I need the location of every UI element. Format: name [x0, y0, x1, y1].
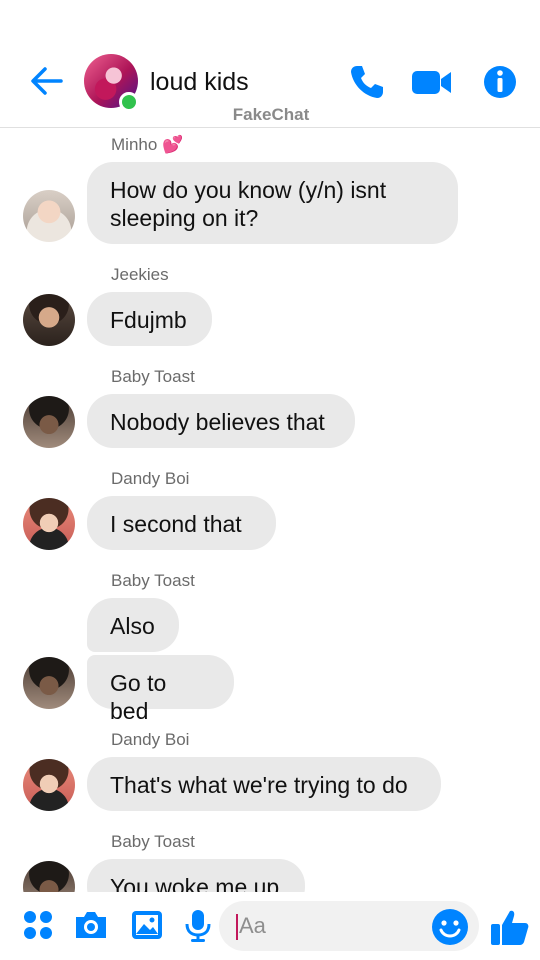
text-cursor	[236, 914, 238, 940]
avatar-baby-toast[interactable]	[23, 396, 75, 448]
avatar-jeekies[interactable]	[23, 294, 75, 346]
voice-call-button[interactable]	[347, 62, 387, 102]
message-bubble[interactable]: I second that	[87, 496, 276, 550]
sender-name: Dandy Boi	[111, 469, 190, 488]
apps-menu-button[interactable]	[20, 907, 56, 943]
emoji-button[interactable]	[431, 908, 469, 946]
avatar-baby-toast[interactable]	[23, 861, 75, 892]
watermark-subtitle: FakeChat	[0, 105, 540, 125]
avatar-dandy-boi[interactable]	[23, 498, 75, 550]
sender-name: Baby Toast	[111, 367, 195, 386]
avatar-dandy-boi[interactable]	[23, 759, 75, 811]
message-bubble[interactable]: Fdujmb	[87, 292, 212, 346]
message-bubble[interactable]: Nobody believes that	[87, 394, 355, 448]
video-camera-icon	[412, 71, 451, 94]
message-bubble[interactable]: That's what we're trying to do	[87, 757, 441, 811]
back-button[interactable]	[28, 62, 66, 100]
message-composer: Aa	[0, 892, 540, 960]
message-bubble[interactable]: Go to bed	[87, 655, 234, 724]
back-arrow-icon	[31, 67, 63, 95]
chat-header: loud kids FakeChat	[0, 0, 540, 128]
message-line: You woke me up	[110, 874, 280, 892]
message-line: Fdujmb	[110, 307, 187, 333]
voice-message-button[interactable]	[180, 907, 216, 943]
sender-name: Jeekies	[111, 265, 169, 284]
message-line: I second that	[110, 511, 242, 537]
info-button[interactable]	[482, 62, 522, 102]
message-line: Go to bed	[110, 670, 167, 724]
message-line: sleeping on it?	[110, 205, 259, 231]
message-bubble[interactable]: How do you know (y/n) isnt sleeping on i…	[87, 162, 458, 244]
avatar-baby-toast[interactable]	[23, 657, 75, 709]
message-input-placeholder: Aa	[239, 913, 266, 938]
camera-button[interactable]	[73, 907, 109, 943]
message-line: Nobody believes that	[110, 409, 325, 435]
thumbs-up-icon	[491, 910, 529, 945]
info-icon	[484, 66, 516, 98]
emoji-icon	[432, 909, 468, 945]
chat-title[interactable]: loud kids	[150, 68, 249, 97]
message-bubble[interactable]: Also	[87, 598, 179, 652]
gallery-button[interactable]	[129, 907, 165, 943]
phone-icon	[351, 66, 383, 98]
sender-name: Baby Toast	[111, 832, 195, 851]
apps-menu-icon	[24, 911, 52, 939]
camera-icon	[76, 912, 106, 938]
message-bubble[interactable]: You woke me up	[87, 859, 305, 892]
like-button[interactable]	[489, 906, 531, 948]
subtitle-text: FakeChat	[232, 105, 310, 124]
microphone-icon	[185, 910, 211, 942]
message-line: Also	[110, 613, 155, 639]
gallery-icon	[132, 911, 162, 939]
avatar-minho[interactable]	[23, 190, 75, 242]
message-line: That's what we're trying to do	[110, 772, 408, 798]
message-list[interactable]: Minho 💕 How do you know (y/n) isnt sleep…	[0, 128, 540, 892]
video-call-button[interactable]	[410, 62, 451, 102]
message-line: How do you know (y/n) isnt	[110, 177, 387, 203]
sender-name: Baby Toast	[111, 571, 195, 590]
sender-name: Dandy Boi	[111, 730, 190, 749]
sender-name: Minho 💕	[111, 135, 184, 154]
